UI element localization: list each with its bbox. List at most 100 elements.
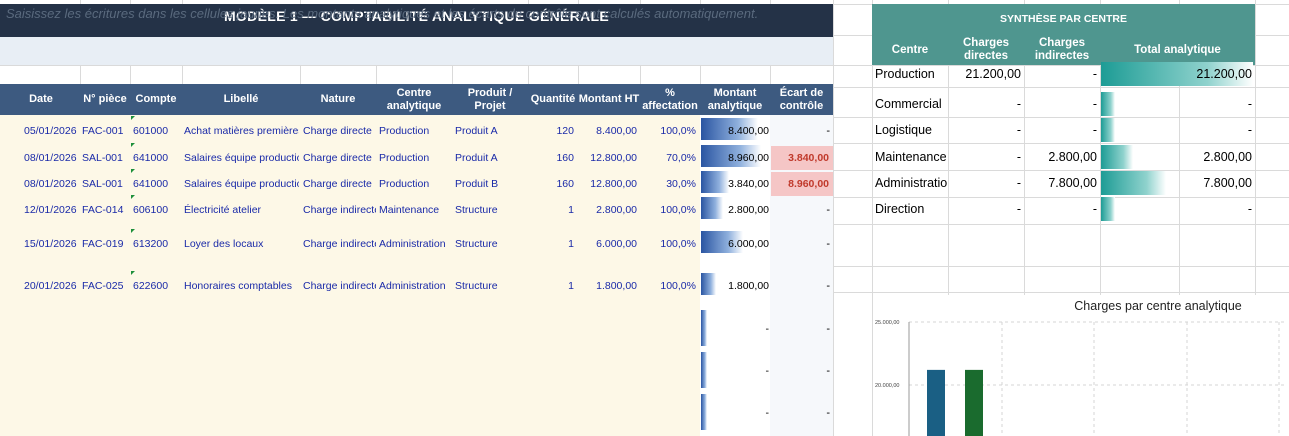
synthesis-cell-centre[interactable]: Maintenance bbox=[875, 149, 947, 165]
synthesis-cell-directes[interactable]: 21.200,00 bbox=[948, 66, 1021, 82]
journal-cell-date[interactable]: 15/01/2026 bbox=[24, 237, 80, 251]
header-nature[interactable]: Nature bbox=[300, 84, 376, 115]
header-libelle[interactable]: Libellé bbox=[182, 84, 300, 115]
journal-cell-centre[interactable]: Maintenance bbox=[379, 203, 452, 217]
synthesis-header-indirectes[interactable]: Charges indirectes bbox=[1024, 35, 1100, 65]
journal-cell-ecart[interactable]: 8.960,00 bbox=[771, 172, 829, 196]
header-date[interactable]: Date bbox=[0, 84, 82, 115]
header-montant-analytique[interactable]: Montant analytique bbox=[700, 84, 770, 115]
journal-cell-nature[interactable]: Charge directe bbox=[303, 151, 376, 165]
synthesis-cell-total[interactable]: - bbox=[1100, 96, 1252, 112]
journal-cell-ecart[interactable]: 3.840,00 bbox=[771, 146, 829, 170]
journal-cell-montant-analytique[interactable]: - bbox=[700, 322, 770, 336]
journal-cell-date[interactable]: 08/01/2026 bbox=[24, 151, 80, 165]
journal-cell-piece[interactable]: FAC-019 bbox=[82, 237, 130, 251]
journal-cell-centre[interactable]: Administration bbox=[379, 237, 452, 251]
journal-cell-nature[interactable]: Charge indirecte bbox=[303, 203, 376, 217]
charges-chart[interactable]: Charges par centre analytique 25.000,00 2… bbox=[875, 295, 1289, 436]
journal-cell-compte[interactable]: 622600 bbox=[133, 279, 181, 293]
header-montant-ht[interactable]: Montant HT bbox=[578, 84, 640, 115]
synthesis-cell-centre[interactable]: Production bbox=[875, 66, 947, 82]
synthesis-cell-indirectes[interactable]: - bbox=[1024, 96, 1097, 112]
synthesis-cell-directes[interactable]: - bbox=[948, 96, 1021, 112]
journal-cell-date[interactable]: 08/01/2026 bbox=[24, 177, 80, 191]
journal-cell-piece[interactable]: SAL-001 bbox=[82, 151, 130, 165]
journal-cell-nature[interactable]: Charge indirecte bbox=[303, 279, 376, 293]
synthesis-header-directes[interactable]: Charges directes bbox=[948, 35, 1024, 65]
journal-cell-centre[interactable]: Production bbox=[379, 177, 452, 191]
synthesis-cell-total[interactable]: 2.800,00 bbox=[1100, 149, 1252, 165]
journal-cell-nature[interactable]: Charge directe bbox=[303, 124, 376, 138]
synthesis-cell-centre[interactable]: Administration bbox=[875, 175, 947, 191]
journal-cell-ecart[interactable]: - bbox=[800, 203, 830, 217]
journal-cell-piece[interactable]: FAC-001 bbox=[82, 124, 130, 138]
journal-cell-piece[interactable]: SAL-001 bbox=[82, 177, 130, 191]
journal-cell-libelle[interactable]: Loyer des locaux bbox=[184, 237, 299, 251]
journal-cell-montant-ht[interactable]: 2.800,00 bbox=[578, 203, 637, 217]
synthesis-cell-centre[interactable]: Direction bbox=[875, 201, 947, 217]
synthesis-cell-centre[interactable]: Logistique bbox=[875, 122, 947, 138]
synthesis-cell-total[interactable]: - bbox=[1100, 201, 1252, 217]
header-piece[interactable]: N° pièce bbox=[80, 84, 130, 115]
synthesis-cell-directes[interactable]: - bbox=[948, 201, 1021, 217]
journal-cell-centre[interactable]: Production bbox=[379, 151, 452, 165]
header-ecart[interactable]: Écart de contrôle bbox=[770, 84, 833, 115]
journal-cell-affectation[interactable]: 30,0% bbox=[640, 177, 696, 191]
synthesis-cell-total[interactable]: 21.200,00 bbox=[1100, 66, 1252, 82]
synthesis-cell-indirectes[interactable]: - bbox=[1024, 122, 1097, 138]
journal-cell-piece[interactable]: FAC-025 bbox=[82, 279, 130, 293]
header-quantite[interactable]: Quantité bbox=[528, 84, 578, 115]
header-compte[interactable]: Compte bbox=[130, 84, 182, 115]
synthesis-cell-indirectes[interactable]: 7.800,00 bbox=[1024, 175, 1097, 191]
synthesis-cell-directes[interactable]: - bbox=[948, 122, 1021, 138]
journal-cell-montant-ht[interactable]: 8.400,00 bbox=[578, 124, 637, 138]
chart-bar[interactable] bbox=[927, 369, 945, 436]
journal-cell-libelle[interactable]: Salaires équipe production bbox=[184, 177, 299, 191]
journal-cell-produit[interactable]: Produit A bbox=[455, 124, 527, 138]
journal-cell-ecart[interactable]: - bbox=[800, 237, 830, 251]
journal-cell-montant-analytique[interactable]: 3.840,00 bbox=[700, 177, 769, 191]
header-centre[interactable]: Centre analytique bbox=[376, 84, 452, 115]
journal-cell-montant-analytique[interactable]: 1.800,00 bbox=[700, 279, 769, 293]
journal-cell-produit[interactable]: Produit A bbox=[455, 151, 527, 165]
journal-cell-montant-ht[interactable]: 6.000,00 bbox=[578, 237, 637, 251]
journal-cell-montant-ht[interactable]: 12.800,00 bbox=[578, 177, 637, 191]
journal-cell-affectation[interactable]: 70,0% bbox=[640, 151, 696, 165]
journal-cell-centre[interactable]: Administration bbox=[379, 279, 452, 293]
journal-cell-affectation[interactable]: 100,0% bbox=[640, 279, 696, 293]
journal-cell-libelle[interactable]: Salaires équipe production bbox=[184, 151, 299, 165]
synthesis-header-total[interactable]: Total analytique bbox=[1100, 35, 1255, 65]
journal-cell-montant-analytique[interactable]: 2.800,00 bbox=[700, 203, 769, 217]
journal-cell-compte[interactable]: 606100 bbox=[133, 203, 181, 217]
journal-cell-date[interactable]: 20/01/2026 bbox=[24, 279, 80, 293]
journal-cell-centre[interactable]: Production bbox=[379, 124, 452, 138]
journal-cell-ecart[interactable]: - bbox=[800, 322, 830, 336]
header-affectation[interactable]: % affectation bbox=[640, 84, 700, 115]
journal-cell-ecart[interactable]: - bbox=[800, 406, 830, 420]
journal-cell-quantite[interactable]: 160 bbox=[528, 177, 574, 191]
synthesis-cell-centre[interactable]: Commercial bbox=[875, 96, 947, 112]
synthesis-cell-indirectes[interactable]: 2.800,00 bbox=[1024, 149, 1097, 165]
journal-cell-montant-analytique[interactable]: 8.960,00 bbox=[700, 151, 769, 165]
journal-cell-montant-analytique[interactable]: 8.400,00 bbox=[700, 124, 769, 138]
synthesis-cell-total[interactable]: - bbox=[1100, 122, 1252, 138]
journal-cell-nature[interactable]: Charge directe bbox=[303, 177, 376, 191]
synthesis-cell-directes[interactable]: - bbox=[948, 175, 1021, 191]
synthesis-cell-indirectes[interactable]: - bbox=[1024, 201, 1097, 217]
journal-cell-affectation[interactable]: 100,0% bbox=[640, 203, 696, 217]
journal-cell-affectation[interactable]: 100,0% bbox=[640, 237, 696, 251]
journal-cell-compte[interactable]: 641000 bbox=[133, 151, 181, 165]
journal-cell-compte[interactable]: 601000 bbox=[133, 124, 181, 138]
synthesis-header-centre[interactable]: Centre bbox=[872, 35, 948, 65]
journal-cell-date[interactable]: 12/01/2026 bbox=[24, 203, 80, 217]
journal-cell-produit[interactable]: Produit B bbox=[455, 177, 527, 191]
journal-cell-produit[interactable]: Structure bbox=[455, 279, 527, 293]
journal-cell-ecart[interactable]: - bbox=[800, 279, 830, 293]
journal-cell-montant-analytique[interactable]: - bbox=[700, 364, 770, 378]
journal-cell-compte[interactable]: 613200 bbox=[133, 237, 181, 251]
chart-bar[interactable] bbox=[965, 369, 983, 436]
synthesis-cell-indirectes[interactable]: - bbox=[1024, 66, 1097, 82]
journal-cell-libelle[interactable]: Achat matières premières bbox=[184, 124, 299, 138]
journal-cell-quantite[interactable]: 1 bbox=[528, 203, 574, 217]
journal-cell-montant-ht[interactable]: 1.800,00 bbox=[578, 279, 637, 293]
